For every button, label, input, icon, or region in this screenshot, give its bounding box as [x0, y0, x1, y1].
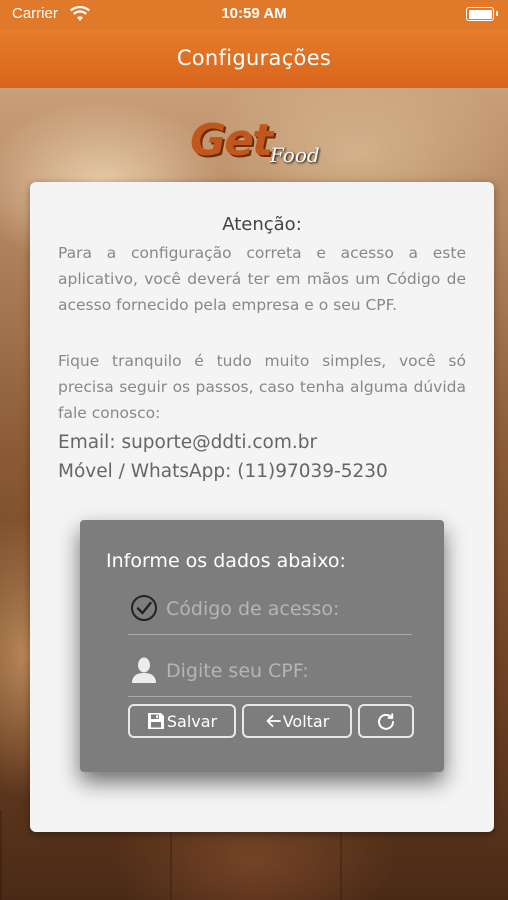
status-bar: Carrier 10:59 AM — [0, 0, 508, 30]
logo-main-text: Get — [190, 115, 273, 166]
page-title: Configurações — [176, 46, 332, 70]
dialog-title: Informe os dados abaixo: — [106, 550, 346, 572]
save-button[interactable]: Salvar — [128, 704, 236, 738]
access-code-input[interactable] — [164, 592, 408, 626]
refresh-button[interactable] — [358, 704, 414, 738]
notice-title: Atenção: — [222, 214, 302, 235]
access-code-field — [128, 588, 412, 635]
refresh-icon — [378, 713, 394, 730]
back-button-label: Voltar — [282, 711, 330, 731]
notice-paragraph-1: Para a configuração correta e acesso a e… — [58, 244, 466, 314]
config-dialog: Informe os dados abaixo: Salvar Voltar — [80, 520, 444, 772]
arrow-left-icon — [266, 715, 281, 727]
nav-bar: Configurações — [0, 30, 508, 88]
user-icon — [132, 657, 156, 683]
get-food-logo: Get Food — [190, 115, 330, 175]
floppy-disk-icon — [147, 713, 164, 729]
notice-paragraph-2: Fique tranquilo é tudo muito simples, vo… — [58, 352, 466, 422]
status-time: 10:59 AM — [221, 5, 287, 22]
contact-email: Email: suporte@ddti.com.br — [58, 432, 318, 453]
cpf-field — [128, 650, 412, 697]
logo-sub-text: Food — [270, 143, 320, 167]
back-button[interactable]: Voltar — [242, 704, 352, 738]
check-circle-icon — [131, 595, 157, 621]
battery-icon — [466, 7, 498, 21]
save-button-label: Salvar — [166, 711, 218, 731]
contact-phone: Móvel / WhatsApp: (11)97039-5230 — [58, 461, 388, 482]
cpf-input[interactable] — [164, 654, 408, 688]
